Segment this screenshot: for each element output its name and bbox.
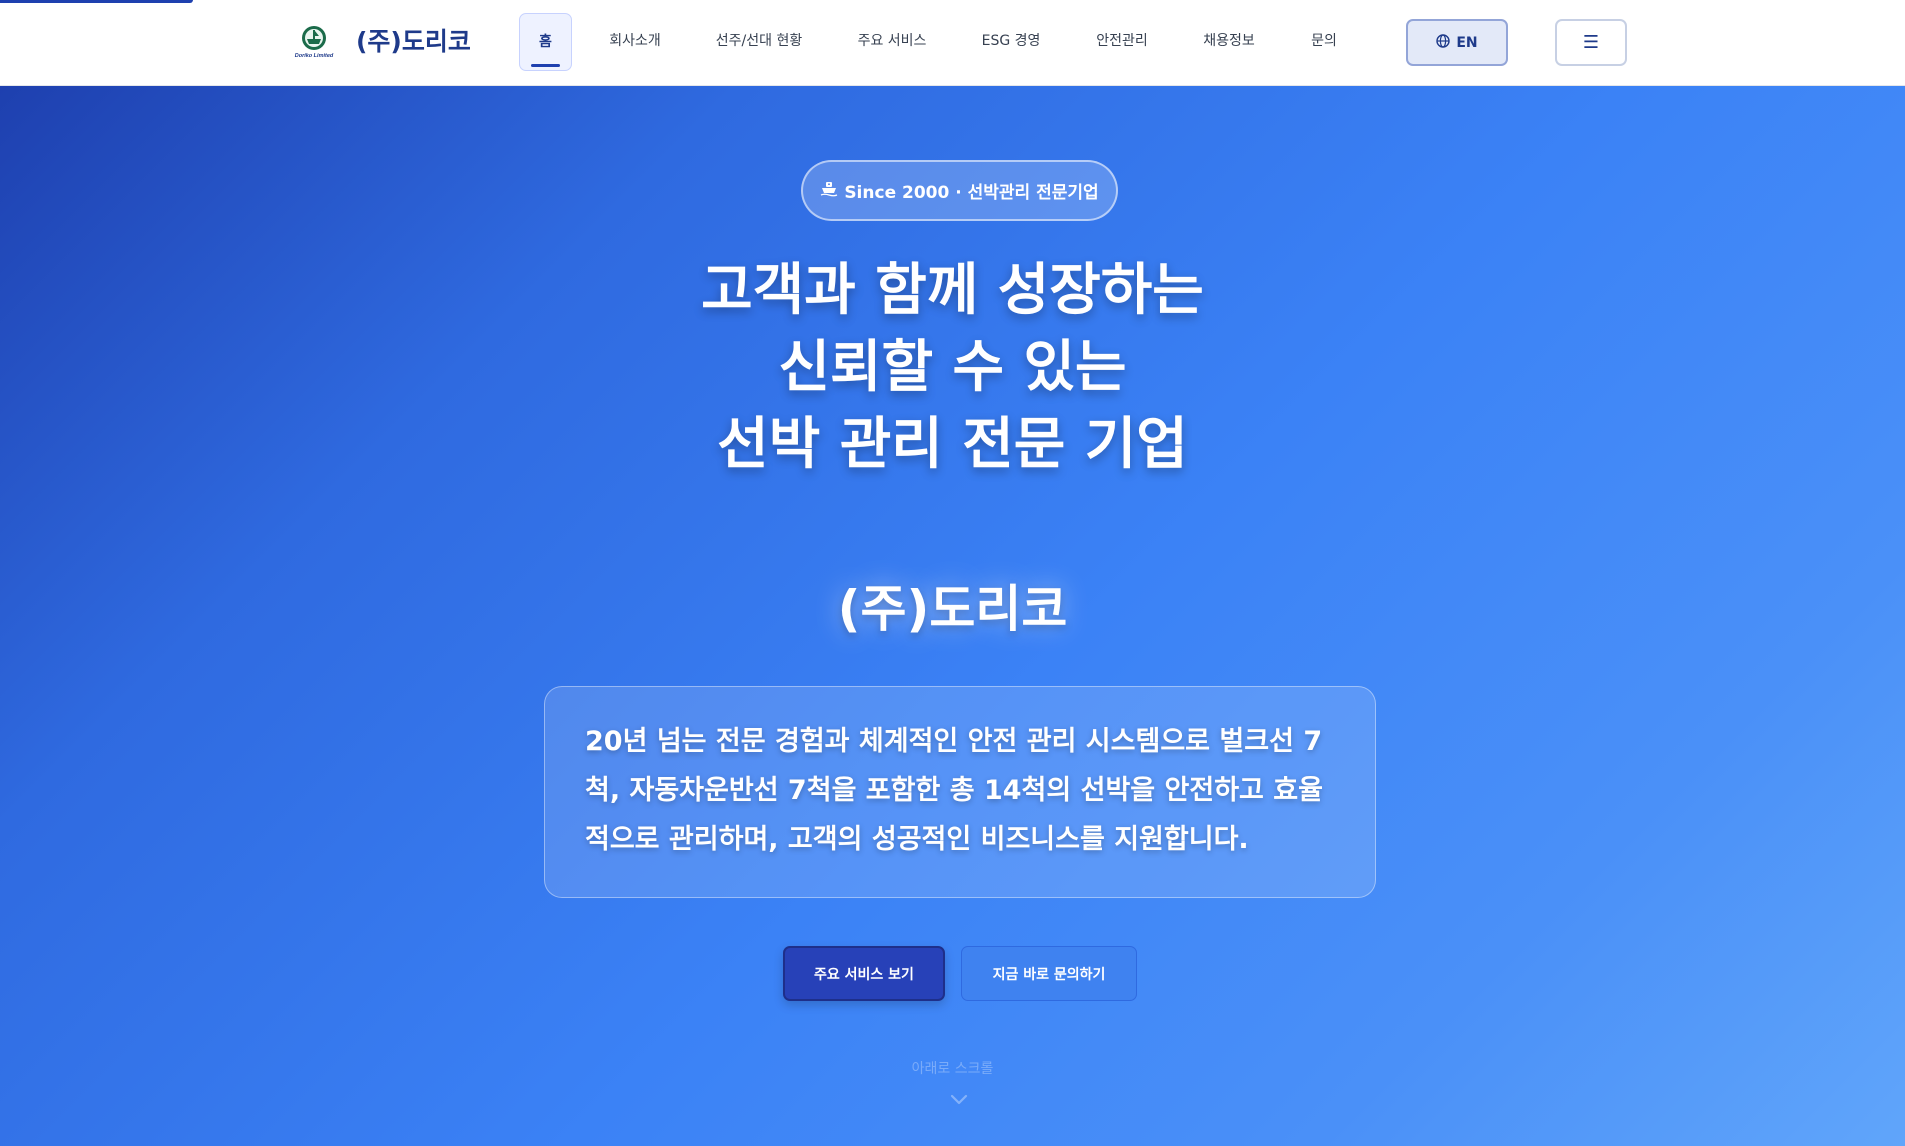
hamburger-icon: ☰: [1582, 32, 1600, 53]
hero-company-name: (주)도리코: [837, 580, 1068, 638]
ship-icon: [820, 179, 838, 202]
chevron-down-icon[interactable]: [949, 1092, 969, 1106]
logo-caption: Doriko Limited: [295, 53, 334, 59]
contact-now-button[interactable]: 지금 바로 문의하기: [961, 946, 1137, 1001]
company-description-text: 20년 넘는 전문 경험과 체계적인 안전 관리 시스템으로 벌크선 7척, 자…: [585, 726, 1323, 855]
headline-line-1: 고객과 함께 성장하는: [701, 258, 1204, 323]
headline-line-3: 선박 관리 전문 기업: [717, 412, 1188, 477]
nav-item-safety[interactable]: 안전관리: [1087, 13, 1157, 71]
nav-item-services[interactable]: 주요 서비스: [848, 13, 936, 71]
brand-name[interactable]: (주)도리코: [356, 24, 471, 60]
hero-headline: 고객과 함께 성장하는 신뢰할 수 있는 선박 관리 전문 기업: [0, 252, 1905, 483]
view-services-button[interactable]: 주요 서비스 보기: [783, 946, 945, 1001]
nav-item-fleet[interactable]: 선주/선대 현황: [706, 13, 812, 71]
site-header: Doriko Limited (주)도리코 홈 회사소개 선주/선대 현황 주요…: [0, 0, 1905, 86]
globe-icon: [1436, 33, 1451, 52]
since-badge: Since 2000 · 선박관리 전문기업: [801, 160, 1118, 221]
nav-item-home[interactable]: 홈: [519, 13, 572, 71]
nav-item-contact[interactable]: 문의: [1300, 13, 1348, 71]
company-description-card: 20년 넘는 전문 경험과 체계적인 안전 관리 시스템으로 벌크선 7척, 자…: [544, 686, 1376, 898]
nav-item-esg[interactable]: ESG 경영: [974, 13, 1048, 71]
headline-line-2: 신뢰할 수 있는: [778, 335, 1127, 400]
nav-item-careers[interactable]: 채용정보: [1194, 13, 1264, 71]
scroll-progress-bar: [0, 0, 193, 3]
since-badge-text: Since 2000 · 선박관리 전문기업: [844, 183, 1099, 203]
scroll-hint: 아래로 스크롤: [911, 1061, 994, 1077]
hero-section: Since 2000 · 선박관리 전문기업 고객과 함께 성장하는 신뢰할 수…: [0, 86, 1905, 1146]
language-label: EN: [1456, 34, 1478, 51]
language-toggle-button[interactable]: EN: [1406, 19, 1508, 66]
hamburger-menu-button[interactable]: ☰: [1555, 19, 1627, 66]
company-logo[interactable]: Doriko Limited: [290, 24, 338, 60]
nav-item-about[interactable]: 회사소개: [597, 13, 673, 71]
